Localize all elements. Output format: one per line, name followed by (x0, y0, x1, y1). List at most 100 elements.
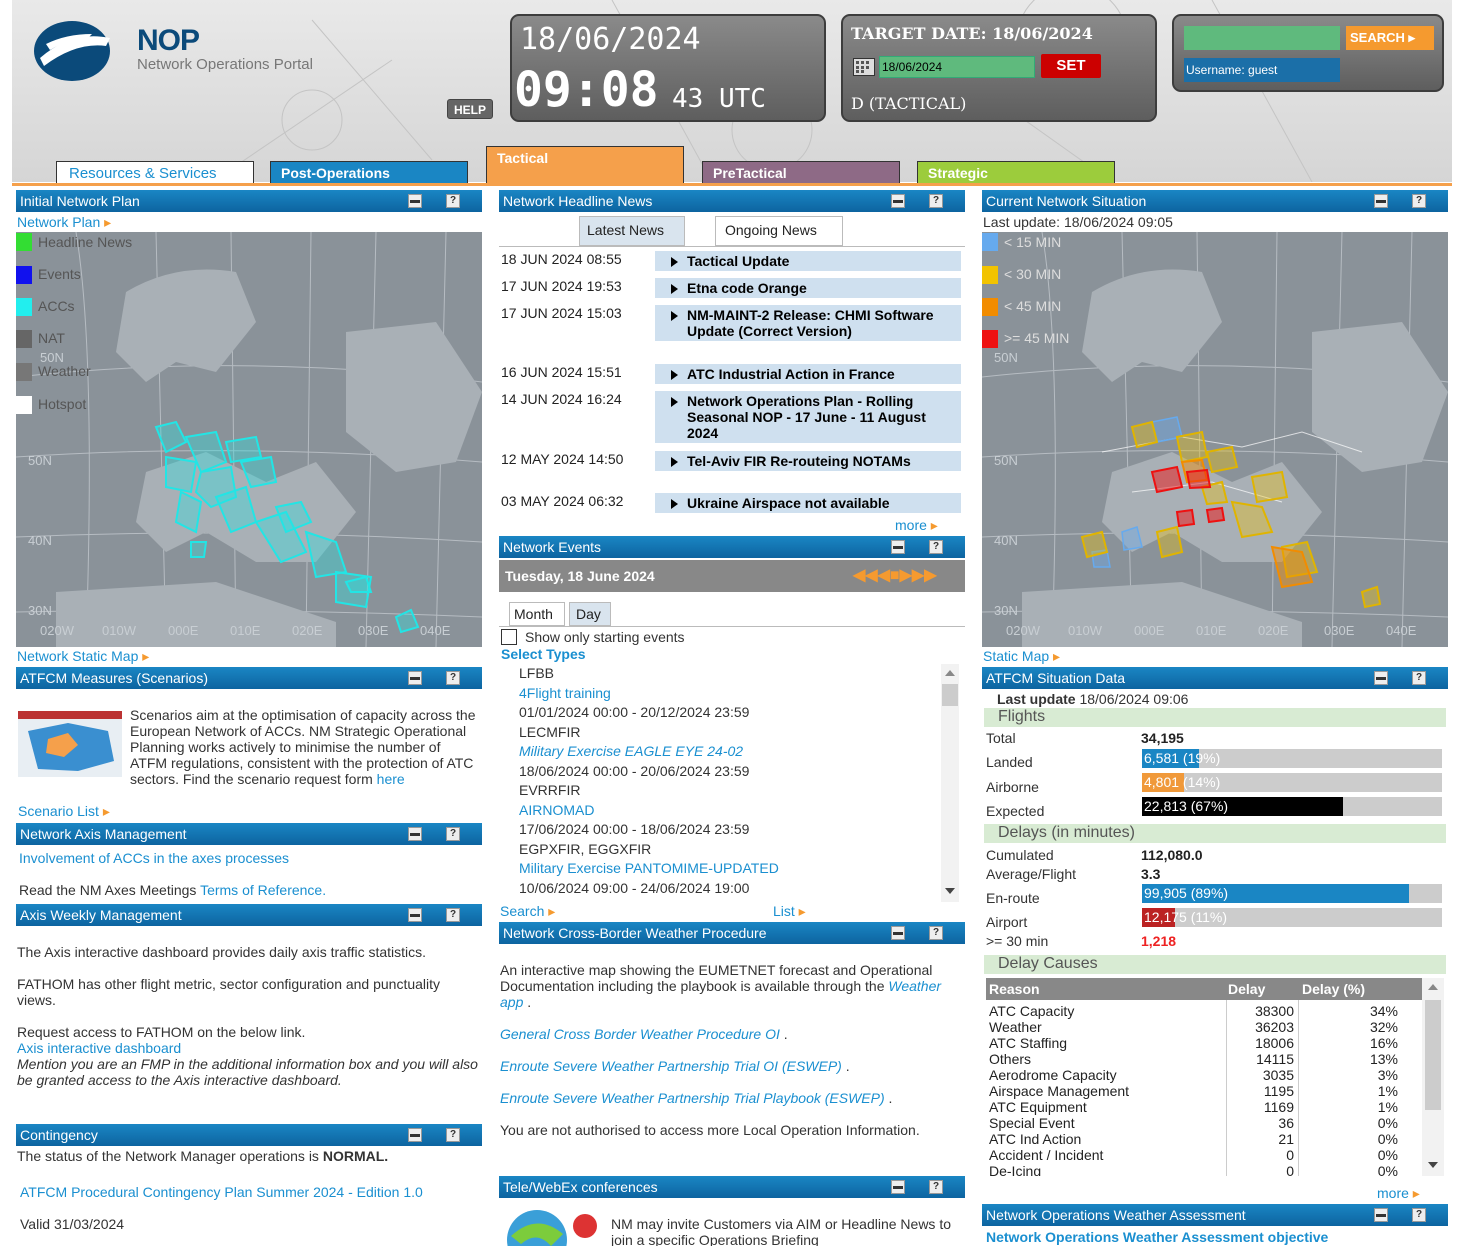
news-title[interactable]: Ukraine Airspace not available (655, 493, 961, 513)
news-title[interactable]: Etna code Orange (655, 278, 961, 298)
news-title[interactable]: Tactical Update (655, 251, 961, 271)
tab-month[interactable]: Month (509, 602, 565, 626)
flights-header: Flights (984, 708, 1446, 727)
minimize-icon[interactable]: ▬ (891, 926, 905, 940)
current-network-situation-panel: Current Network Situation ▬? Last update… (982, 190, 1448, 666)
scenario-list-link[interactable]: Scenario List (18, 803, 99, 819)
scroll-down-icon[interactable] (945, 888, 955, 894)
reason-cell: ATC Staffing (989, 1035, 1068, 1051)
minimize-icon[interactable]: ▬ (408, 827, 422, 841)
panel-header: Network Events ▬? (499, 536, 965, 558)
tab-day[interactable]: Day (569, 602, 611, 626)
tab-resources-services[interactable]: Resources & Services (56, 161, 254, 185)
tab-latest-news[interactable]: Latest News (579, 216, 685, 246)
select-types-link[interactable]: Select Types (501, 646, 586, 662)
panel-header: Contingency ▬? (16, 1124, 482, 1146)
news-title[interactable]: Network Operations Plan - Rolling Season… (655, 391, 961, 443)
terms-of-reference-link[interactable]: Terms of Reference. (200, 882, 326, 898)
minimize-icon[interactable]: ▬ (891, 540, 905, 554)
scroll-thumb[interactable] (1425, 1000, 1441, 1110)
help-icon[interactable]: ? (929, 1180, 943, 1194)
weather-procedure-link[interactable]: General Cross Border Weather Procedure O… (500, 1026, 780, 1042)
date-navigation-icon[interactable]: ◀◀◀■▶▶▶ (853, 565, 937, 585)
tab-strategic[interactable]: Strategic (917, 161, 1115, 185)
minimize-icon[interactable]: ▬ (408, 908, 422, 922)
event-name-link[interactable]: Military Exercise EAGLE EYE 24-02 (519, 743, 743, 759)
news-more-link[interactable]: more (895, 517, 927, 533)
causes-scrollbar[interactable] (1422, 978, 1444, 1176)
reason-cell: Aerodrome Capacity (989, 1067, 1117, 1083)
minimize-icon[interactable]: ▬ (891, 194, 905, 208)
event-name-link[interactable]: Military Exercise PANTOMIME-UPDATED (519, 860, 779, 876)
search-button[interactable]: SEARCH ▸ (1346, 26, 1434, 50)
help-icon[interactable]: ? (446, 671, 460, 685)
events-scrollbar[interactable] (941, 664, 959, 902)
event-name-link[interactable]: 4Flight training (519, 685, 611, 701)
tab-post-operations[interactable]: Post-Operations (270, 161, 468, 185)
set-button[interactable]: SET (1041, 54, 1101, 78)
calendar-icon[interactable] (853, 58, 875, 76)
eswep-oi-link[interactable]: Enroute Severe Weather Partnership Trial… (500, 1058, 842, 1074)
tab-tactical[interactable]: Tactical (486, 146, 684, 186)
help-icon[interactable]: ? (446, 194, 460, 208)
help-icon[interactable]: ? (1412, 671, 1426, 685)
initial-network-plan-map[interactable]: 50N 50N 40N 30N 020W 010W 000E 010E 020E… (16, 232, 482, 647)
weather-description: An interactive map showing the EUMETNET … (500, 962, 933, 994)
checkbox-label: Show only starting events (525, 629, 685, 645)
causes-more-link[interactable]: more (1377, 1185, 1409, 1201)
table-header: Reason Delay Delay (%) (986, 978, 1422, 1000)
event-location: LECMFIR (519, 723, 581, 740)
help-icon[interactable]: ? (929, 926, 943, 940)
axes-processes-link[interactable]: Involvement of ACCs in the axes processe… (19, 850, 289, 866)
help-icon[interactable]: ? (929, 540, 943, 554)
news-title[interactable]: NM-MAINT-2 Release: CHMI Software Update… (655, 305, 961, 341)
network-plan-link[interactable]: Network Plan (17, 214, 100, 230)
events-search-link[interactable]: Search (500, 903, 544, 919)
static-map-link[interactable]: Static Map (983, 648, 1049, 664)
scroll-up-icon[interactable] (945, 670, 955, 676)
event-name-link[interactable]: AIRNOMAD (519, 802, 594, 818)
legend-swatch (16, 363, 32, 381)
news-date: 16 JUN 2024 15:51 (501, 364, 622, 380)
minimize-icon[interactable]: ▬ (408, 194, 422, 208)
help-icon[interactable]: ? (929, 194, 943, 208)
starting-events-checkbox[interactable] (501, 629, 517, 645)
axis-dashboard-link[interactable]: Axis interactive dashboard (17, 1040, 181, 1056)
panel-header: Current Network Situation ▬? (982, 190, 1448, 212)
here-link[interactable]: here (377, 771, 405, 787)
minimize-icon[interactable]: ▬ (408, 671, 422, 685)
news-title[interactable]: Tel-Aviv FIR Re-routeing NOTAMs (655, 451, 961, 471)
divider (499, 626, 965, 627)
news-title[interactable]: ATC Industrial Action in France (655, 364, 961, 384)
help-icon[interactable]: ? (446, 908, 460, 922)
tab-pretactical[interactable]: PreTactical (702, 161, 900, 185)
current-situation-map[interactable]: 50N 50N 40N 30N 020W 010W 000E 010E 020E… (982, 232, 1448, 647)
help-icon[interactable]: ? (1412, 194, 1426, 208)
last-update-label: Last update (997, 691, 1076, 707)
minimize-icon[interactable]: ▬ (1374, 1208, 1388, 1222)
lon-label: 020E (292, 623, 323, 638)
scroll-up-icon[interactable] (1428, 984, 1438, 990)
lon-label: 010W (102, 623, 137, 638)
contingency-panel: Contingency ▬? The status of the Network… (16, 1124, 482, 1246)
minimize-icon[interactable]: ▬ (891, 1180, 905, 1194)
events-list-link[interactable]: List (773, 903, 795, 919)
panel-title: Axis Weekly Management (20, 907, 182, 923)
weather-assessment-link[interactable]: Network Operations Weather Assessment ob… (986, 1229, 1328, 1245)
tab-ongoing-news[interactable]: Ongoing News (715, 216, 843, 246)
help-icon[interactable]: ? (1412, 1208, 1426, 1222)
contingency-plan-link[interactable]: ATFCM Procedural Contingency Plan Summer… (20, 1184, 423, 1200)
network-static-map-link[interactable]: Network Static Map (17, 648, 138, 664)
help-icon[interactable]: ? (446, 827, 460, 841)
help-icon[interactable]: ? (446, 1128, 460, 1142)
target-date-input[interactable]: 18/06/2024 (879, 56, 1035, 78)
weekly-note: Mention you are an FMP in the additional… (17, 1056, 478, 1088)
minimize-icon[interactable]: ▬ (1374, 194, 1388, 208)
eswep-playbook-link[interactable]: Enroute Severe Weather Partnership Trial… (500, 1090, 885, 1106)
scroll-thumb[interactable] (942, 684, 958, 706)
minimize-icon[interactable]: ▬ (408, 1128, 422, 1142)
scroll-down-icon[interactable] (1428, 1162, 1438, 1168)
minimize-icon[interactable]: ▬ (1374, 671, 1388, 685)
help-button[interactable]: HELP (447, 99, 493, 119)
search-input[interactable] (1184, 26, 1340, 50)
